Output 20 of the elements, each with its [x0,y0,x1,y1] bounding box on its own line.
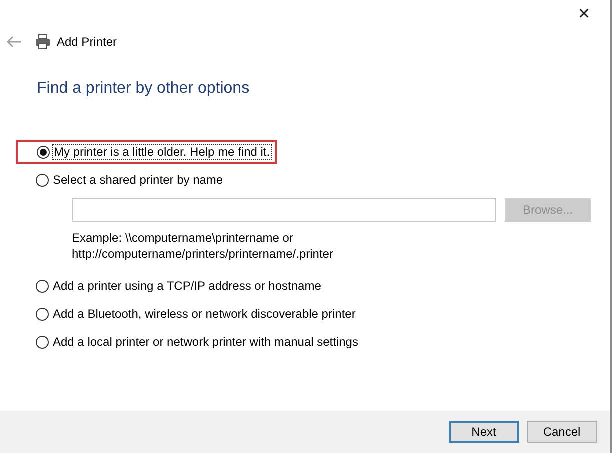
printer-icon [35,34,51,50]
option-label[interactable]: Add a Bluetooth, wireless or network discoverable printer [52,307,357,321]
window-title: Add Printer [57,35,118,49]
dialog-button[interactable]: Next [449,421,519,443]
radio-button[interactable] [37,146,50,158]
close-button[interactable]: × [578,4,590,26]
radio-button[interactable] [36,174,49,186]
back-arrow-icon[interactable] [6,36,22,48]
radio-button[interactable] [36,336,49,348]
dialog-button[interactable]: Cancel [527,421,597,443]
option-label[interactable]: Add a printer using a TCP/IP address or hostname [52,279,322,293]
printer-name-field[interactable] [72,198,496,222]
option-label[interactable]: Select a shared printer by name [52,173,224,187]
option-label[interactable]: My printer is a little older. Help me find it. [53,145,272,159]
radio-button[interactable] [36,308,49,320]
radio-button[interactable] [36,280,49,292]
example-text: Example: \\computername\printername or [72,230,294,246]
example-text: http://computername/printers/printername/.printer [72,246,334,262]
option-label[interactable]: Add a local printer or network printer with manual settings [52,335,360,349]
page-heading: Find a printer by other options [37,80,251,98]
